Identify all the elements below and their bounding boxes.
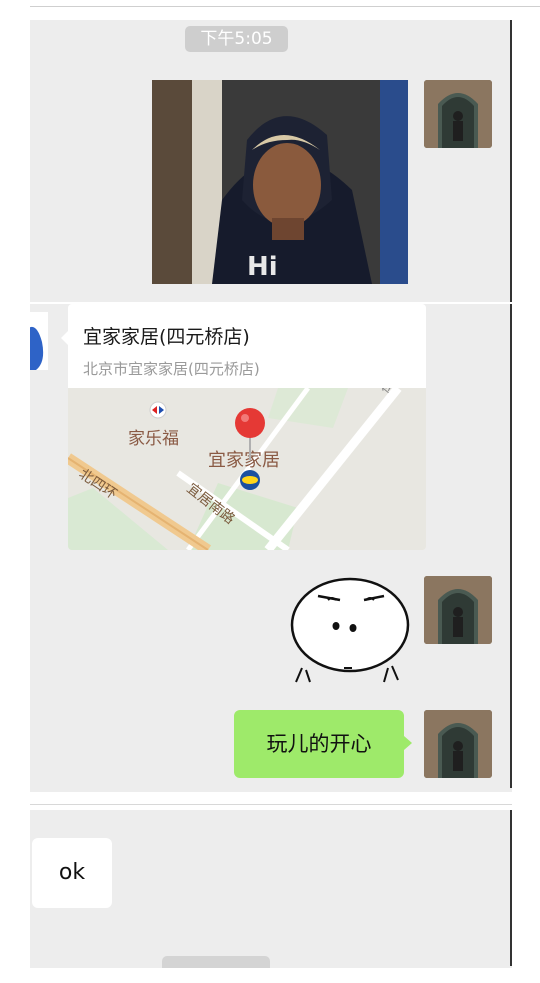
avatar-image [424,80,492,148]
avatar-image [424,710,492,778]
ikea-logo-icon [240,470,260,490]
sender-avatar[interactable] [30,312,48,370]
location-card[interactable]: 宜家家居(四元桥店) 北京市宜家家居(四元桥店) 家乐福 宜家家居 北四环 宜居… [68,304,426,550]
panel-1-border [510,20,512,302]
chat-panel-2: 宜家家居(四元桥店) 北京市宜家家居(四元桥店) 家乐福 宜家家居 北四环 宜居… [30,304,512,792]
avatar[interactable] [424,576,492,644]
avatar-image [424,576,492,644]
panel-3-border [510,810,512,966]
map-label-ikea: 宜家家居 [208,450,280,471]
sent-message-bubble[interactable]: 玩儿的开心 [234,710,404,778]
carrefour-logo-icon [149,401,167,419]
received-message-bubble[interactable]: ok [32,838,112,908]
sent-bubble-tail [404,736,412,750]
avatar[interactable] [424,80,492,148]
panel-2-border [510,304,512,788]
timestamp-badge-partial [162,956,270,968]
top-divider [30,6,540,7]
cartoon-face-sticker[interactable] [280,570,410,686]
avatar[interactable] [424,710,492,778]
timestamp-badge: 下午5:05 [185,26,288,52]
sender-avatar-image [30,327,44,370]
panel-divider [30,804,512,805]
chat-panel-3: ok [30,810,512,968]
location-address: 北京市宜家家居(四元桥店) [83,360,260,378]
photo-message[interactable]: Hi [152,80,408,284]
photo-image: Hi [152,80,408,284]
chat-panel-1: 下午5:05 Hi [30,20,512,302]
location-title: 宜家家居(四元桥店) [83,326,250,348]
location-map: 家乐福 宜家家居 北四环 宜居南路 街 [68,388,426,550]
map-label-carrefour: 家乐福 [128,429,179,449]
svg-text:Hi: Hi [247,252,278,282]
